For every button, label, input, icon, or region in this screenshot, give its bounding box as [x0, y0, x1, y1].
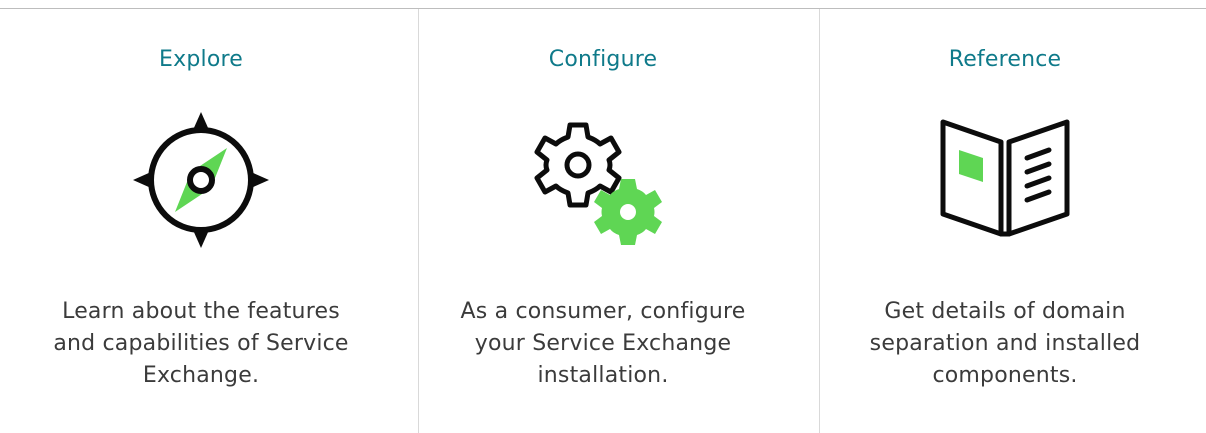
card-reference[interactable]: Reference Get details of domain separati…	[804, 9, 1206, 433]
card-row: Explore Learn about the features and cap…	[0, 9, 1206, 433]
card-description: Learn about the features and capabilitie…	[53, 299, 349, 388]
card-title[interactable]: Explore	[0, 47, 402, 72]
card-description: As a consumer, configure your Service Ex…	[460, 299, 746, 388]
card-title[interactable]: Reference	[804, 47, 1206, 72]
card-title[interactable]: Configure	[402, 47, 804, 72]
book-icon	[804, 110, 1206, 250]
card-explore[interactable]: Explore Learn about the features and cap…	[0, 9, 402, 433]
compass-icon	[0, 110, 402, 250]
card-description: Get details of domain separation and ins…	[869, 299, 1141, 388]
card-configure[interactable]: Configure As a consumer, configure your …	[402, 9, 804, 433]
gears-icon	[402, 110, 804, 250]
